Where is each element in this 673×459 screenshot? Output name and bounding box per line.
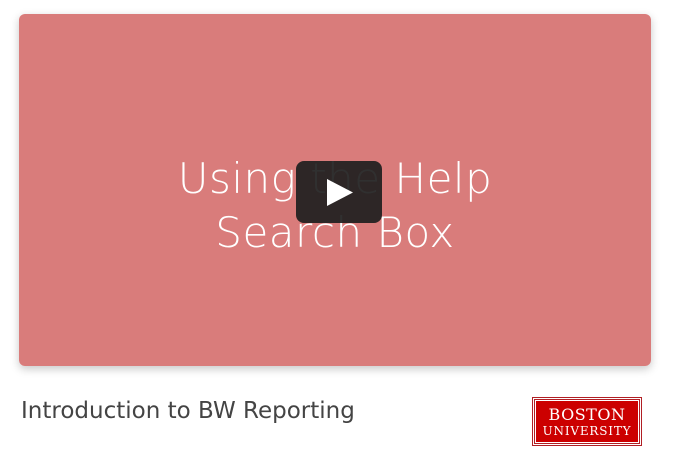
page: Using the Help Search Box Introduction t… [0, 0, 673, 459]
play-button[interactable] [296, 161, 382, 223]
boston-university-logo: BOSTON UNIVERSITY [532, 397, 642, 446]
logo-line2: UNIVERSITY [542, 423, 632, 438]
video-player[interactable]: Using the Help Search Box [19, 14, 651, 366]
logo-line1: BOSTON [548, 404, 626, 424]
play-icon [327, 179, 353, 206]
video-caption: Introduction to BW Reporting [21, 398, 355, 424]
